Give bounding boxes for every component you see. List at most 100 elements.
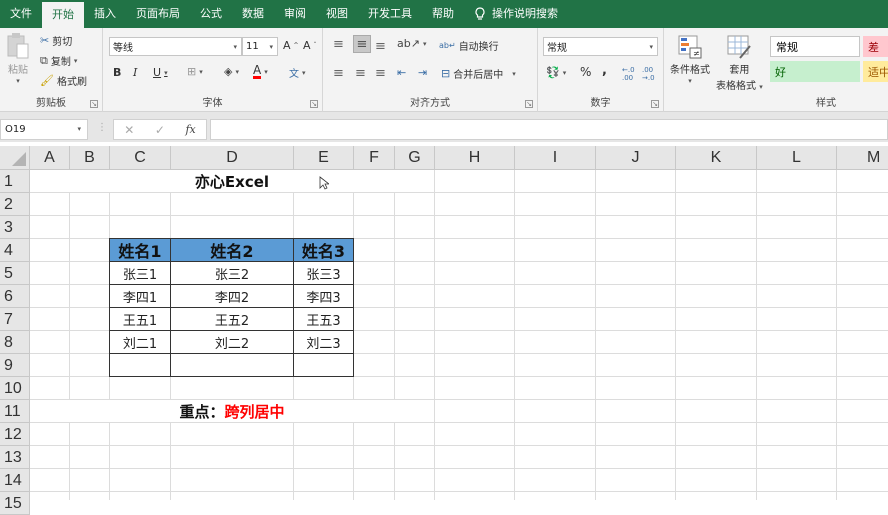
column-header-i[interactable]: I <box>515 146 596 170</box>
row-header-15[interactable]: 15 <box>0 492 30 515</box>
conditional-formatting-button[interactable]: ≠ 条件格式 ▾ <box>670 34 710 85</box>
table-cell[interactable]: 王五2 <box>171 308 293 330</box>
wrap-text-button[interactable]: ab↵ 自动换行 <box>439 38 499 53</box>
tab-home[interactable]: 开始 <box>42 2 84 28</box>
table-cell[interactable]: 李四2 <box>171 285 293 307</box>
table-header-cell[interactable]: 姓名1 <box>110 239 170 261</box>
column-header-c[interactable]: C <box>110 146 171 170</box>
row-header-2[interactable]: 2 <box>0 193 30 216</box>
row-header-1[interactable]: 1 <box>0 170 30 193</box>
table-cell[interactable]: 张三1 <box>110 262 170 284</box>
row-header-4[interactable]: 4 <box>0 239 30 262</box>
table-cell[interactable]: 刘二2 <box>171 331 293 353</box>
decrease-indent-button[interactable]: ⇤ <box>397 66 406 79</box>
table-header-cell[interactable]: 姓名3 <box>294 239 353 261</box>
column-header-l[interactable]: L <box>757 146 837 170</box>
row-header-8[interactable]: 8 <box>0 331 30 354</box>
row-header-14[interactable]: 14 <box>0 469 30 492</box>
percent-button[interactable]: % <box>580 65 591 79</box>
font-launcher-icon[interactable]: ↘ <box>310 100 318 108</box>
column-header-a[interactable]: A <box>30 146 70 170</box>
table-cell[interactable] <box>171 354 293 376</box>
tab-insert[interactable]: 插入 <box>84 0 126 28</box>
formula-bar-grip-icon[interactable]: ⋮ <box>97 122 107 133</box>
select-all-button[interactable] <box>0 146 30 170</box>
table-cell[interactable]: 王五3 <box>294 308 353 330</box>
align-middle-button[interactable]: ≡ <box>353 35 371 53</box>
column-header-j[interactable]: J <box>596 146 676 170</box>
row-header-3[interactable]: 3 <box>0 216 30 239</box>
number-launcher-icon[interactable]: ↘ <box>651 100 659 108</box>
insert-function-icon[interactable]: fx <box>185 123 195 136</box>
grow-font-button[interactable]: A ^ <box>283 39 299 52</box>
tab-formulas[interactable]: 公式 <box>190 0 232 28</box>
table-cell[interactable]: 李四3 <box>294 285 353 307</box>
name-box[interactable]: O19 ▾ <box>0 119 88 140</box>
table-cell[interactable]: 李四1 <box>110 285 170 307</box>
bold-button[interactable]: B <box>113 66 121 79</box>
row-header-13[interactable]: 13 <box>0 446 30 469</box>
column-header-e[interactable]: E <box>294 146 354 170</box>
paste-button[interactable]: 粘贴 ▾ <box>6 32 30 85</box>
table-cell[interactable] <box>110 354 170 376</box>
format-painter-button[interactable]: 🖌 格式刷 <box>40 73 87 88</box>
row-header-5[interactable]: 5 <box>0 262 30 285</box>
tab-view[interactable]: 视图 <box>316 0 358 28</box>
align-center-button[interactable]: ≡ <box>355 66 366 81</box>
accounting-format-button[interactable]: 💱 ▾ <box>546 66 566 79</box>
style-bad[interactable]: 差 <box>863 36 888 57</box>
tab-page-layout[interactable]: 页面布局 <box>126 0 190 28</box>
style-normal[interactable]: 常规 <box>770 36 860 57</box>
italic-button[interactable]: I <box>133 66 137 79</box>
title-cell[interactable]: 亦心Excel <box>30 170 434 192</box>
table-cell[interactable]: 张三2 <box>171 262 293 284</box>
increase-decimal-button[interactable]: ←.0.00 <box>622 66 635 82</box>
copy-button[interactable]: ⧉ 复制 ▾ <box>40 53 77 69</box>
shrink-font-button[interactable]: Aˇ <box>303 39 317 52</box>
alignment-launcher-icon[interactable]: ↘ <box>525 100 533 108</box>
borders-button[interactable]: ⊞ ▾ <box>187 65 203 78</box>
column-header-f[interactable]: F <box>354 146 395 170</box>
tab-file[interactable]: 文件 <box>0 0 42 28</box>
worksheet-grid[interactable]: 亦心Excel 姓名1 姓名2 姓名3 张三1 张三2 张三3 李四1 李四2 … <box>30 170 888 500</box>
align-top-button[interactable]: ≡ <box>333 37 344 52</box>
tell-me-search[interactable]: 操作说明搜索 <box>464 0 568 28</box>
table-cell[interactable]: 张三3 <box>294 262 353 284</box>
phonetic-button[interactable]: 文 ▾ <box>289 65 306 81</box>
fill-color-button[interactable]: ◈ ▾ <box>224 65 239 78</box>
merge-center-button[interactable]: ⊟ 合并后居中 ▾ <box>441 66 516 81</box>
comma-button[interactable]: , <box>602 63 607 78</box>
row-header-10[interactable]: 10 <box>0 377 30 400</box>
tab-developer[interactable]: 开发工具 <box>358 0 422 28</box>
column-header-h[interactable]: H <box>435 146 515 170</box>
table-cell[interactable]: 王五1 <box>110 308 170 330</box>
decrease-decimal-button[interactable]: .00 →.0 <box>642 66 655 82</box>
cut-button[interactable]: ✂ 剪切 <box>40 33 72 48</box>
font-size-select[interactable]: 11 ▾ <box>242 37 278 56</box>
format-as-table-button[interactable]: 套用 表格格式 ▾ <box>716 34 763 92</box>
align-right-button[interactable]: ≡ <box>375 66 386 81</box>
row-header-12[interactable]: 12 <box>0 423 30 446</box>
note-cell[interactable]: 重点： 跨列居中 <box>30 400 434 422</box>
align-left-button[interactable]: ≡ <box>333 66 344 81</box>
underline-button[interactable]: U ▾ <box>153 66 168 79</box>
row-header-6[interactable]: 6 <box>0 285 30 308</box>
table-header-cell[interactable]: 姓名2 <box>171 239 293 261</box>
column-header-g[interactable]: G <box>395 146 435 170</box>
align-bottom-button[interactable]: ≡ <box>375 39 386 54</box>
formula-input[interactable] <box>210 119 888 140</box>
font-name-select[interactable]: 等线 ▾ <box>109 37 242 56</box>
row-header-7[interactable]: 7 <box>0 308 30 331</box>
orientation-button[interactable]: ab↗ ▾ <box>397 37 426 50</box>
font-color-button[interactable]: A ▾ <box>253 64 268 79</box>
increase-indent-button[interactable]: ⇥ <box>418 66 427 79</box>
column-header-k[interactable]: K <box>676 146 757 170</box>
cancel-icon[interactable]: ✕ <box>124 123 134 137</box>
table-cell[interactable]: 刘二3 <box>294 331 353 353</box>
style-neutral[interactable]: 适中 <box>863 61 888 82</box>
clipboard-launcher-icon[interactable]: ↘ <box>90 100 98 108</box>
style-good[interactable]: 好 <box>770 61 860 82</box>
tab-data[interactable]: 数据 <box>232 0 274 28</box>
column-header-d[interactable]: D <box>171 146 294 170</box>
number-format-select[interactable]: 常规 ▾ <box>543 37 658 56</box>
